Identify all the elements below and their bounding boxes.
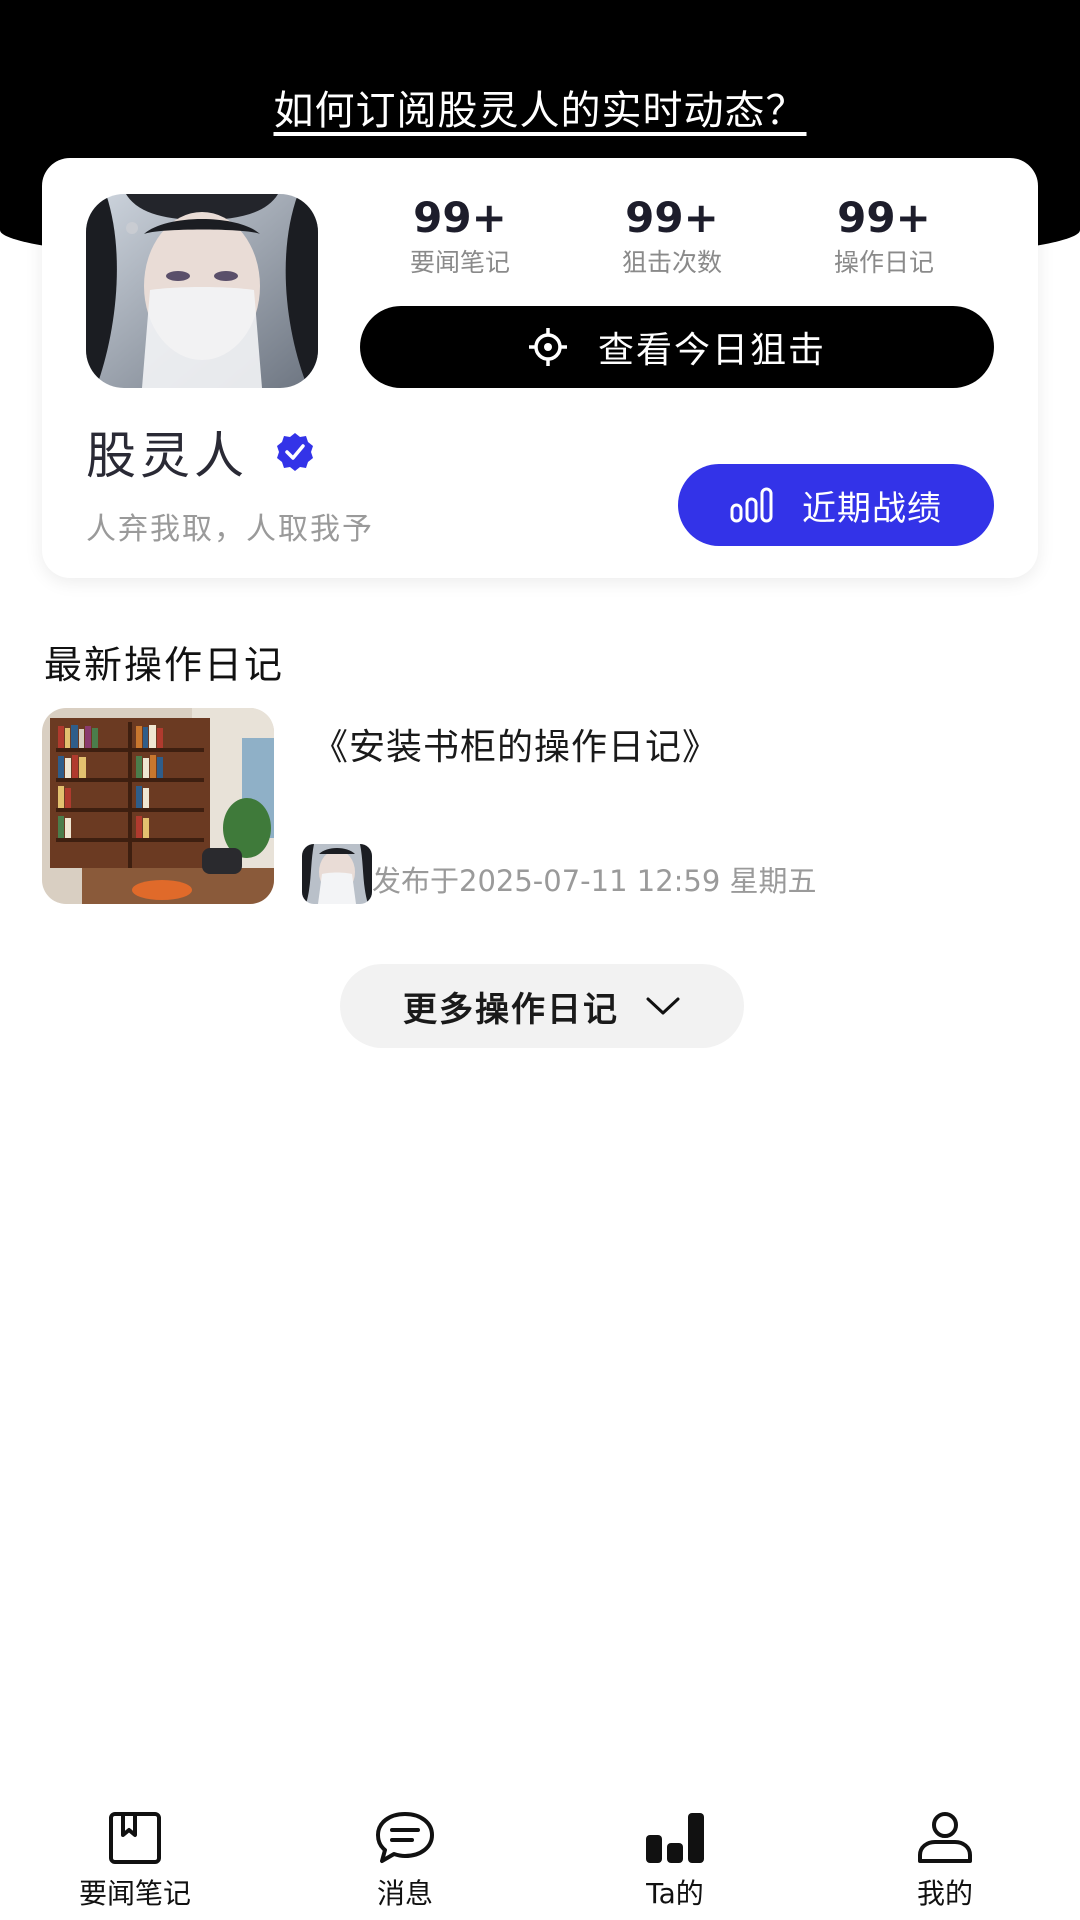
person-icon — [915, 1810, 975, 1866]
diary-list-item[interactable]: 《安装书柜的操作日记》 发布于2025-07-11 12:59 星期五 — [42, 708, 1038, 908]
profile-motto: 人弃我取，人取我予 — [86, 512, 374, 547]
subscribe-help-link[interactable]: 如何订阅股灵人的实时动态？ — [0, 78, 1080, 136]
tab-mine[interactable]: 我的 — [810, 1800, 1080, 1920]
profile-name-row: 股灵人 — [86, 416, 316, 488]
bar-chart-icon — [644, 1810, 706, 1866]
recent-record-button[interactable]: 近期战绩 — [678, 464, 994, 546]
snipe-button-label: 查看今日狙击 — [597, 330, 826, 371]
profile-name: 股灵人 — [86, 427, 248, 485]
stat-value: 99+ — [837, 193, 931, 242]
tab-his[interactable]: Ta的 — [540, 1800, 810, 1920]
verified-badge-icon — [274, 431, 316, 473]
tab-messages[interactable]: 消息 — [270, 1800, 540, 1920]
stat-label: 要闻笔记 — [409, 248, 510, 277]
bookmark-book-icon — [107, 1810, 163, 1866]
crosshair-icon — [528, 327, 568, 367]
more-diary-label: 更多操作日记 — [403, 989, 619, 1030]
view-today-snipe-button[interactable]: 查看今日狙击 — [360, 306, 994, 388]
more-diary-button[interactable]: 更多操作日记 — [340, 964, 744, 1048]
stat-snipe-count[interactable]: 99+ 狙击次数 — [566, 192, 778, 280]
tab-label: Ta的 — [646, 1877, 704, 1910]
record-button-label: 近期战绩 — [802, 488, 942, 529]
tab-news-notes[interactable]: 要闻笔记 — [0, 1800, 270, 1920]
tab-label: 消息 — [376, 1877, 433, 1910]
stat-operation-diary[interactable]: 99+ 操作日记 — [778, 192, 990, 280]
stat-label: 狙击次数 — [621, 248, 722, 277]
stat-value: 99+ — [625, 193, 719, 242]
chat-bubble-icon — [374, 1810, 436, 1866]
diary-publish-time: 发布于2025-07-11 12:59 星期五 — [372, 864, 817, 898]
bottom-tab-bar: 要闻笔记 消息 Ta的 我的 — [0, 1800, 1080, 1920]
bar-chart-outline-icon — [730, 487, 774, 523]
chevron-down-icon — [645, 995, 681, 1017]
stat-label: 操作日记 — [833, 248, 934, 277]
author-avatar — [302, 844, 372, 904]
profile-avatar[interactable] — [86, 194, 318, 388]
bookshelf-photo — [42, 708, 274, 904]
diary-title: 《安装书柜的操作日记》 — [312, 727, 720, 768]
tab-label: 要闻笔记 — [78, 1877, 191, 1910]
stats-row: 99+ 要闻笔记 99+ 狙击次数 99+ 操作日记 — [354, 192, 990, 280]
stat-value: 99+ — [413, 193, 507, 242]
stat-news-notes[interactable]: 99+ 要闻笔记 — [354, 192, 566, 280]
section-title: 最新操作日记 — [44, 643, 285, 687]
tab-label: 我的 — [916, 1877, 973, 1910]
profile-card: 99+ 要闻笔记 99+ 狙击次数 99+ 操作日记 查看今日狙击 股灵人 人弃… — [42, 158, 1038, 578]
